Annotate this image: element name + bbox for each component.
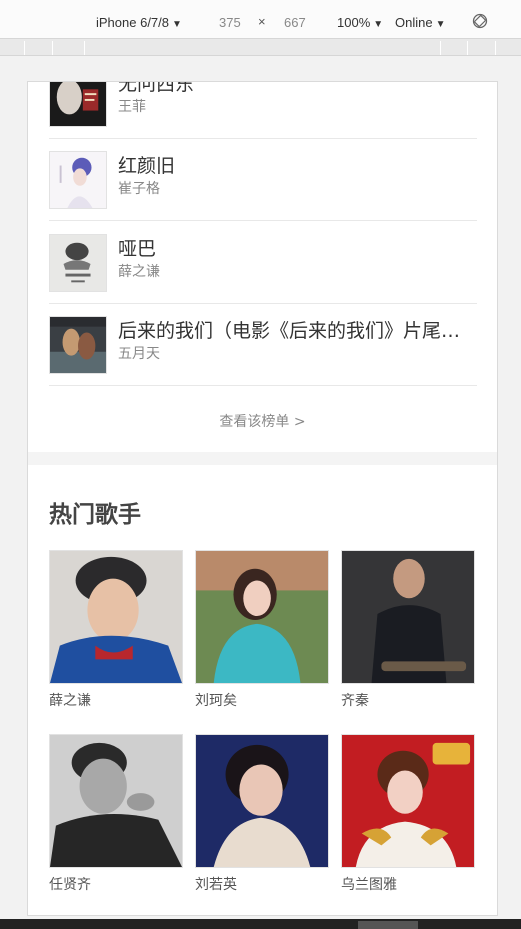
singer-name: 刘若英 (195, 877, 237, 893)
album-cover (49, 82, 107, 127)
album-cover (49, 316, 107, 374)
singer-photo (49, 734, 183, 868)
singer-card[interactable]: 刘珂矣 (195, 550, 329, 710)
dimension-separator: × (258, 14, 266, 29)
song-artist: 薛之谦 (118, 264, 160, 280)
singer-photo (341, 734, 475, 868)
singer-name: 刘珂矣 (195, 693, 237, 709)
song-title: 红颜旧 (118, 155, 176, 177)
singer-card[interactable]: 任贤齐 (49, 734, 183, 894)
song-title: 哑巴 (118, 238, 157, 260)
singer-photo (195, 734, 329, 868)
song-item[interactable]: 哑巴 薛之谦 (49, 222, 477, 304)
song-list: 无问西东 王菲 红颜旧 崔子格 哑巴 薛之谦 后来的我们（电影《后来的我们》片尾… (28, 82, 497, 452)
horizontal-scrollbar[interactable] (0, 919, 521, 929)
media-query-ruler[interactable] (0, 38, 521, 56)
device-viewport: 无问西东 王菲 红颜旧 崔子格 哑巴 薛之谦 后来的我们（电影《后来的我们》片尾… (27, 81, 498, 916)
song-item[interactable]: 后来的我们（电影《后来的我们》片尾曲） 五月天 (49, 304, 477, 386)
song-artist: 五月天 (118, 346, 160, 362)
height-input[interactable]: 667 (284, 15, 306, 30)
device-toolbar: iPhone 6/7/8 ▼ 375 × 667 100% ▼ Online ▼ (0, 0, 521, 42)
song-item[interactable]: 无问西东 王菲 (49, 81, 477, 139)
singer-card[interactable]: 齐秦 (341, 550, 475, 710)
singer-name: 乌兰图雅 (341, 877, 397, 893)
singer-card[interactable]: 薛之谦 (49, 550, 183, 710)
singer-name: 薛之谦 (49, 693, 91, 709)
singer-name: 任贤齐 (49, 877, 91, 893)
singer-photo (341, 550, 475, 684)
singer-name: 齐秦 (341, 693, 369, 709)
singer-photo (49, 550, 183, 684)
view-chart-link[interactable]: 查看该榜单 > (28, 411, 497, 431)
scrollbar-thumb[interactable] (358, 921, 418, 929)
song-title: 后来的我们（电影《后来的我们》片尾曲） (118, 320, 468, 342)
song-item[interactable]: 红颜旧 崔子格 (49, 139, 477, 221)
song-artist: 王菲 (118, 99, 146, 115)
album-cover (49, 234, 107, 292)
singer-card[interactable]: 刘若英 (195, 734, 329, 894)
singer-card[interactable]: 乌兰图雅 (341, 734, 475, 894)
hot-singers-section: 热门歌手 薛之谦 刘珂矣 齐秦 任贤齐 刘若英 乌兰图雅 (28, 465, 497, 915)
network-throttle-select[interactable]: Online ▼ (395, 15, 445, 30)
album-cover (49, 151, 107, 209)
width-input[interactable]: 375 (219, 15, 241, 30)
section-title: 热门歌手 (49, 502, 141, 528)
device-select[interactable]: iPhone 6/7/8 ▼ (96, 15, 182, 30)
singer-photo (195, 550, 329, 684)
zoom-select[interactable]: 100% ▼ (337, 15, 383, 30)
song-artist: 崔子格 (118, 181, 160, 197)
rotate-icon[interactable] (472, 13, 488, 29)
song-title: 无问西东 (118, 81, 195, 95)
